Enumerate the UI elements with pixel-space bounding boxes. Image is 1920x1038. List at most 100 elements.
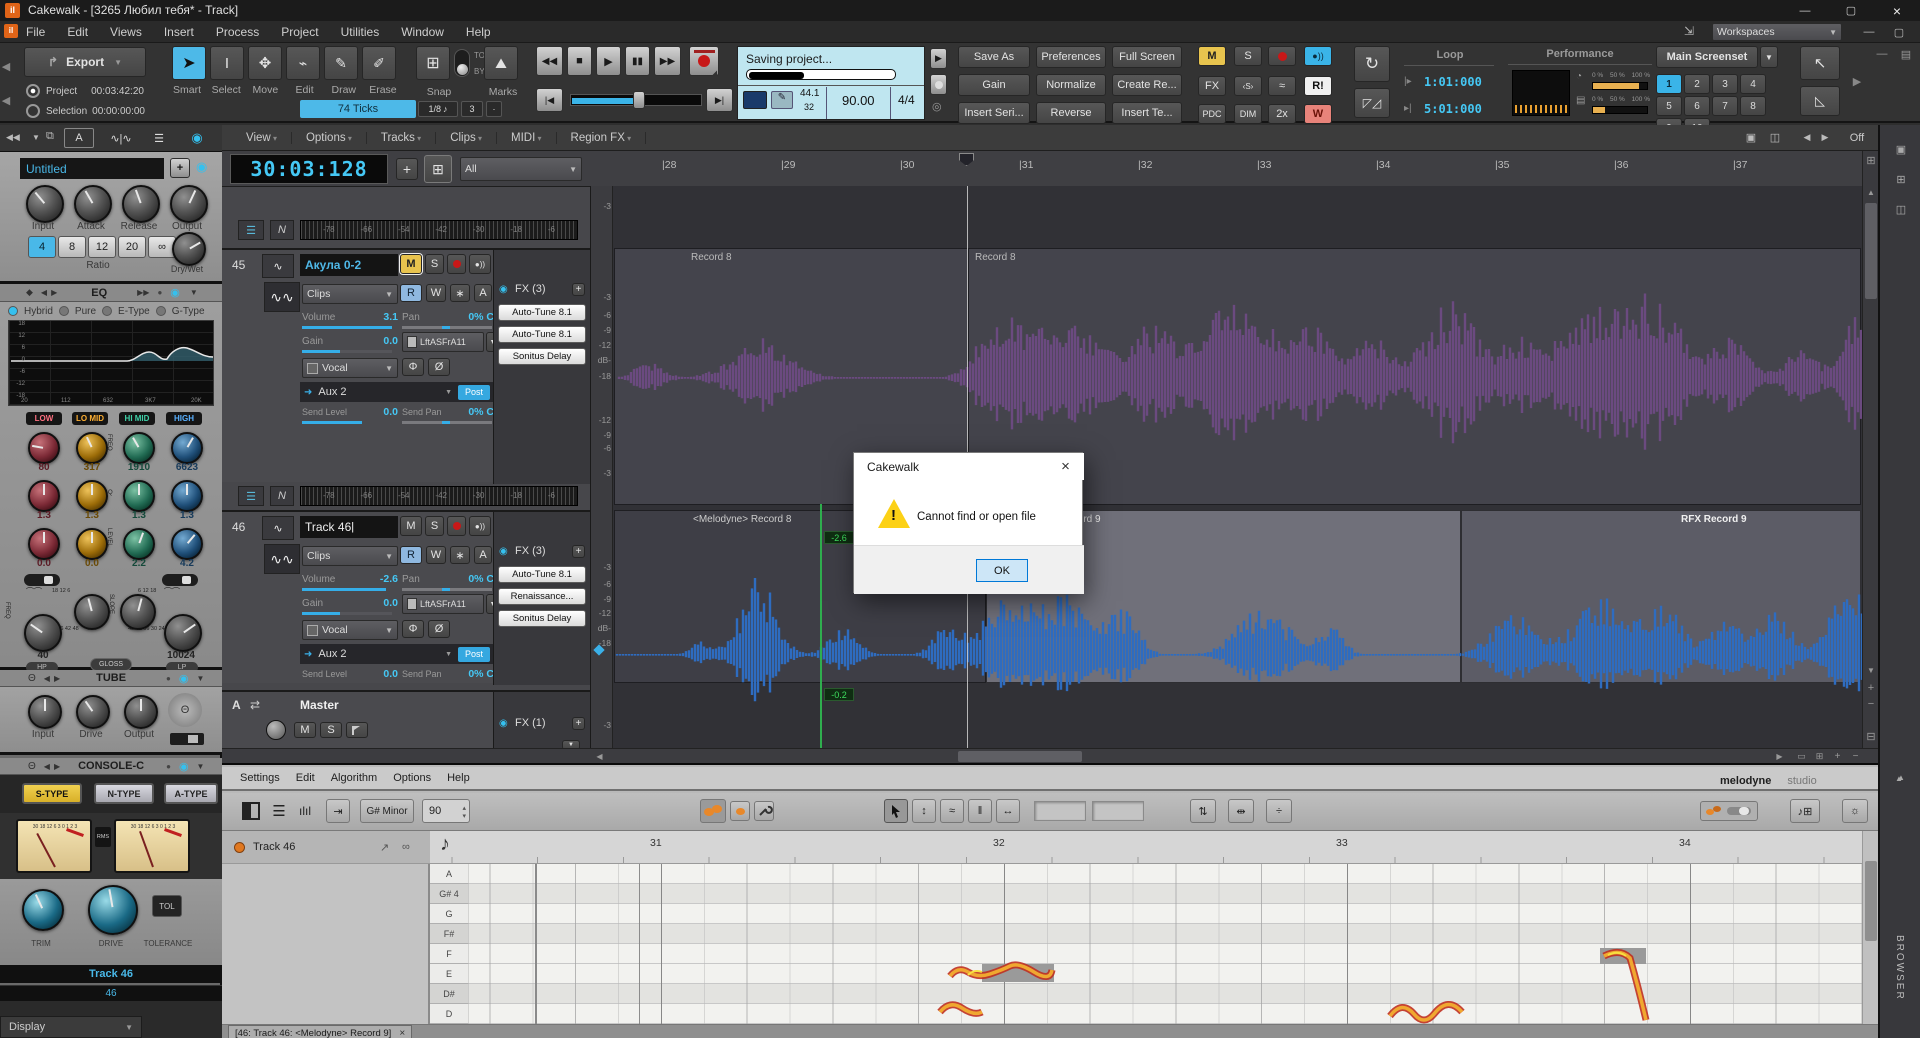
browser-tab[interactable]: BROWSER <box>1894 935 1905 1001</box>
track-46-pan[interactable]: Pan 0% C <box>402 570 494 588</box>
tab-audio-icon[interactable]: A <box>64 128 94 148</box>
track-45-fx-slot-2[interactable]: Auto-Tune 8.1 <box>498 326 586 343</box>
amplitude-tool-button[interactable]: ‖ <box>968 799 992 823</box>
band-high-button[interactable]: HIGH <box>166 412 202 425</box>
screenset-chevron[interactable]: ▼ <box>1760 46 1778 68</box>
track-45-echo-button[interactable]: ●)) <box>469 254 491 274</box>
record-button[interactable]: ◢ <box>689 46 719 77</box>
track-46-gain-bar[interactable] <box>302 612 392 615</box>
lane-options-icon-2[interactable]: ☰ <box>238 486 264 506</box>
track-46-echo-button[interactable]: ●)) <box>469 516 491 536</box>
high-level-knob[interactable] <box>171 528 203 560</box>
sample-rate[interactable]: 44.1 <box>800 88 819 99</box>
compressor-power-icon[interactable]: ◉ <box>196 159 207 175</box>
step-button[interactable]: ‹S› <box>1234 76 1262 96</box>
himid-q-knob[interactable] <box>123 480 155 512</box>
lp-slope-knob[interactable] <box>120 594 156 630</box>
vzoom-out-icon[interactable]: − <box>1863 697 1879 711</box>
console-prev-icon[interactable]: ◀ <box>44 762 50 771</box>
workspaces-dropdown[interactable]: Workspaces ▼ <box>1712 23 1842 41</box>
tol-button[interactable]: TOL <box>152 895 182 917</box>
track-45-auto-button[interactable]: A <box>474 284 492 302</box>
tab-list-icon[interactable]: ☰ <box>146 128 172 148</box>
dock-icon[interactable]: ▣ <box>1740 126 1762 150</box>
bus-swap-icon[interactable]: ⇄ <box>250 698 260 712</box>
menu-item-7[interactable]: Window <box>401 25 444 39</box>
track-45-read-button[interactable]: R <box>400 284 422 302</box>
key-button[interactable]: G# Minor <box>360 799 414 823</box>
note-grid-button[interactable]: ♪⊞ <box>1790 799 1820 823</box>
export-selection-row[interactable]: Selection 00:00:00:00 <box>26 104 145 118</box>
master-solo-button[interactable]: S <box>320 722 342 738</box>
layers-icon[interactable]: ⧉ <box>46 130 54 143</box>
tool-select-button[interactable]: I <box>210 46 244 80</box>
lp-freq-knob[interactable] <box>164 614 202 652</box>
rms-button[interactable]: RMS <box>95 827 111 847</box>
snap-count[interactable]: 3 <box>461 101 483 117</box>
master-name[interactable]: Master <box>300 698 339 712</box>
loop-region-button[interactable]: ◸◿ <box>1354 88 1390 118</box>
band-himid-button[interactable]: HI MID <box>119 412 155 425</box>
track-45-interleave-button[interactable]: Ø <box>428 358 450 376</box>
fast-forward-button[interactable]: ▶▶ <box>654 46 681 76</box>
trackview-menu-5[interactable]: Region FX <box>571 131 647 144</box>
track-46-header[interactable]: 46 ∿ Track 46| M S ●)) -2.6 ▲▼ ∿∿ Clips▼… <box>222 510 590 685</box>
lane-n-icon-2[interactable]: N <box>270 486 294 506</box>
collapse-left-icon[interactable]: ◀ <box>0 51 12 81</box>
w-button[interactable]: W <box>1304 104 1332 124</box>
ratio-button-1[interactable]: 8 <box>58 236 86 258</box>
blob-single-button[interactable] <box>730 801 750 821</box>
trim-knob[interactable] <box>22 889 64 931</box>
track-46-solo-button[interactable]: S <box>425 516 444 536</box>
goto-end-button[interactable]: ▶| <box>706 88 733 112</box>
timing-tool-button[interactable]: ↔ <box>996 799 1020 823</box>
screenset-number-5[interactable]: 6 <box>1684 96 1710 116</box>
add-track-button[interactable]: + <box>396 158 418 180</box>
tube-output-knob[interactable] <box>124 695 158 729</box>
console-power-icon[interactable]: ◉ <box>179 760 189 773</box>
atype-button[interactable]: A-TYPE <box>164 783 218 804</box>
tool-move-button[interactable]: ✥ <box>248 46 282 80</box>
track-46-interleave-button[interactable]: Ø <box>428 620 450 638</box>
track-filter-dropdown[interactable]: All ▼ <box>460 157 582 181</box>
offset-button[interactable]: ≈ <box>1268 76 1296 96</box>
screenset-dropdown[interactable]: Main Screenset <box>1656 46 1758 68</box>
track-46-send-pan[interactable]: Send Pan 0% C <box>402 666 494 682</box>
low-freq-knob[interactable] <box>28 432 60 464</box>
track-46-send-row[interactable]: ➜ Aux 2 ▼ Post <box>300 644 494 664</box>
fx-power-icon[interactable]: ◉ <box>499 718 508 729</box>
tool-edit-button[interactable]: ⌁ <box>286 46 320 80</box>
value-box-2[interactable] <box>1092 801 1144 821</box>
track-45-volume-bar[interactable] <box>302 326 392 329</box>
strip-grid-icon[interactable]: ⊞ <box>1890 169 1912 189</box>
screenset-number-0[interactable]: 1 <box>1656 74 1682 94</box>
zoom-grid-icon[interactable]: ⊞ <box>1812 749 1827 764</box>
meter-value[interactable]: 4/4 <box>898 93 915 107</box>
track-expand-icon[interactable]: ↗ <box>380 841 389 854</box>
fx-global-button[interactable]: FX <box>1198 76 1226 96</box>
loop-end-time[interactable]: 5:01:000 <box>1424 102 1482 116</box>
track-46-fx-slot-3[interactable]: Sonitus Delay <box>498 610 586 627</box>
reverse-button[interactable]: Reverse <box>1036 102 1106 124</box>
collapse-left2-icon[interactable]: ◀ <box>0 85 12 115</box>
high-freq-knob[interactable] <box>171 432 203 464</box>
screenset-number-6[interactable]: 7 <box>1712 96 1738 116</box>
tool-draw-button[interactable]: ✎ <box>324 46 358 80</box>
cb-mini1-icon[interactable]: — <box>1872 47 1892 61</box>
macro-tool-button[interactable] <box>754 801 774 821</box>
menu-item-4[interactable]: Process <box>216 25 259 39</box>
mdi-minimize-icon[interactable]: — <box>1856 23 1882 41</box>
x2-button[interactable]: 2x <box>1268 104 1296 124</box>
track-45-star-button[interactable]: ∗ <box>450 284 470 302</box>
hp-slope-knob[interactable] <box>74 594 110 630</box>
close-button[interactable]: × <box>1874 0 1920 21</box>
track-45-category-dropdown[interactable]: Vocal ▼ <box>302 358 398 378</box>
status-record-icon[interactable] <box>930 74 947 95</box>
pitch-tool-button[interactable]: ↕ <box>912 799 936 823</box>
screenset-number-1[interactable]: 2 <box>1684 74 1710 94</box>
screenset-number-3[interactable]: 4 <box>1740 74 1766 94</box>
track-45-fx-slot-3[interactable]: Sonitus Delay <box>498 348 586 365</box>
track-45-name-field[interactable]: Акула 0-2 <box>300 254 398 276</box>
eq-power-icon[interactable]: ◉ <box>170 286 180 299</box>
undo-history-button[interactable]: ↖ <box>1800 46 1840 80</box>
